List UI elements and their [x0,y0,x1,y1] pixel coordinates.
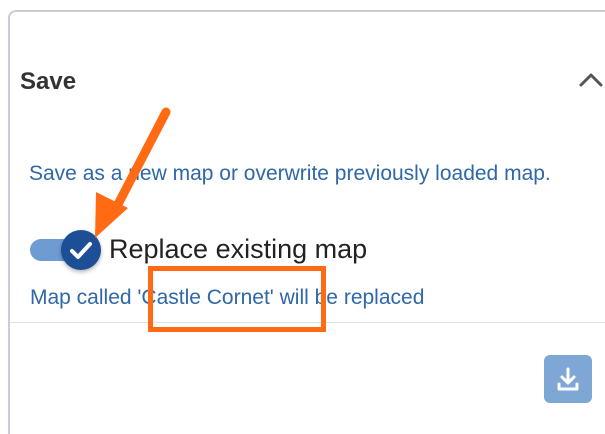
screenshot-stage: Save Save as a new map or overwrite prev… [0,0,605,434]
save-description: Save as a new map or overwrite previousl… [29,162,551,185]
panel-title: Save [20,68,77,95]
toggle-label: Replace existing map [109,234,368,264]
collapse-button[interactable] [576,66,605,96]
save-panel-header[interactable]: Save [20,66,605,106]
annotation-highlight-box [148,266,326,332]
download-button[interactable] [544,355,592,403]
chevron-up-icon [579,73,603,87]
download-icon [557,367,579,391]
toggle-knob[interactable] [61,230,101,270]
check-icon [70,242,92,259]
